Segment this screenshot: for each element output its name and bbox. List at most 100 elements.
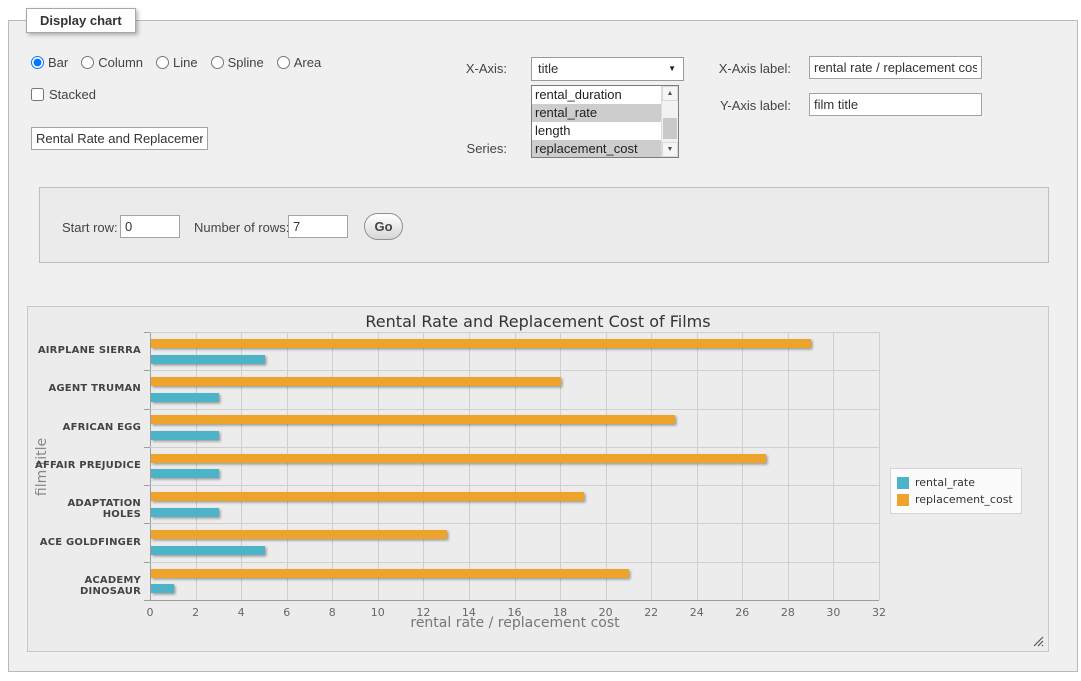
bar-replacement_cost[interactable] <box>151 569 629 578</box>
chart-type-label-column: Column <box>98 55 143 70</box>
category-label: ACE GOLDFINGER <box>28 537 141 548</box>
chart-type-radio-area[interactable] <box>277 56 290 69</box>
series-listbox[interactable]: rental_durationrental_ratelengthreplacem… <box>531 85 679 158</box>
scroll-up-icon[interactable]: ▲ <box>662 86 678 101</box>
x-tick-label: 20 <box>591 606 621 619</box>
category-label: ADAPTATION HOLES <box>28 498 141 520</box>
x-tick-label: 6 <box>272 606 302 619</box>
gridline-vertical <box>287 332 288 600</box>
x-tick-label: 8 <box>317 606 347 619</box>
category-tick <box>144 523 150 524</box>
category-tick <box>144 409 150 410</box>
chart-type-label-line: Line <box>173 55 198 70</box>
x-tick-label: 32 <box>864 606 894 619</box>
gridline-horizontal <box>150 409 879 410</box>
x-tick-label: 28 <box>773 606 803 619</box>
chevron-down-icon: ▼ <box>668 65 676 73</box>
y-axis-label-label: Y-Axis label: <box>701 98 791 113</box>
category-tick <box>144 485 150 486</box>
bar-rental_rate[interactable] <box>151 355 265 364</box>
x-tick-label: 2 <box>181 606 211 619</box>
gridline-vertical <box>469 332 470 600</box>
x-tick-label: 12 <box>408 606 438 619</box>
category-label: ACADEMY DINOSAUR <box>28 575 141 597</box>
category-tick <box>144 600 150 601</box>
number-of-rows-label: Number of rows: <box>194 220 289 235</box>
x-axis-selected-value: title <box>538 61 558 76</box>
gridline-horizontal <box>150 447 879 448</box>
category-label: AIRPLANE SIERRA <box>28 345 141 356</box>
legend-swatch-replacement_cost <box>897 494 909 506</box>
gridline-vertical <box>332 332 333 600</box>
scroll-down-icon[interactable]: ▼ <box>662 142 678 157</box>
category-label: AFFAIR PREJUDICE <box>28 460 141 471</box>
start-row-input[interactable] <box>120 215 180 238</box>
chart-type-label-bar: Bar <box>48 55 68 70</box>
chart-title-input[interactable] <box>31 127 208 150</box>
chart-type-label-area: Area <box>294 55 321 70</box>
stacked-checkbox[interactable] <box>31 88 44 101</box>
series-option-replacement_cost[interactable]: replacement_cost <box>532 140 661 158</box>
bar-replacement_cost[interactable] <box>151 530 447 539</box>
x-axis-select[interactable]: title ▼ <box>531 57 684 81</box>
series-option-rental_duration[interactable]: rental_duration <box>532 86 661 104</box>
chart-type-radio-column[interactable] <box>81 56 94 69</box>
bar-rental_rate[interactable] <box>151 431 219 440</box>
bar-replacement_cost[interactable] <box>151 454 766 463</box>
chart-title: Rental Rate and Replacement Cost of Film… <box>28 312 1048 331</box>
bar-replacement_cost[interactable] <box>151 339 811 348</box>
series-options: rental_durationrental_ratelengthreplacem… <box>532 86 661 157</box>
gridline-horizontal <box>150 370 879 371</box>
gridline-vertical <box>423 332 424 600</box>
x-axis-label-label: X-Axis label: <box>701 61 791 76</box>
chart-type-radio-line[interactable] <box>156 56 169 69</box>
bar-rental_rate[interactable] <box>151 393 219 402</box>
bar-rental_rate[interactable] <box>151 546 265 555</box>
stacked-row: Stacked <box>31 87 96 102</box>
series-option-length[interactable]: length <box>532 122 661 140</box>
legend-item-replacement_cost[interactable]: replacement_cost <box>897 491 1013 508</box>
gridline-vertical <box>515 332 516 600</box>
gridline-horizontal <box>150 562 879 563</box>
scrollbar-thumb[interactable] <box>663 118 677 139</box>
gridline-vertical <box>833 332 834 600</box>
gridline-horizontal <box>150 523 879 524</box>
category-tick <box>144 447 150 448</box>
rows-panel: Start row: Number of rows: Go <box>39 187 1049 263</box>
bar-rental_rate[interactable] <box>151 508 219 517</box>
bar-replacement_cost[interactable] <box>151 492 584 501</box>
gridline-vertical <box>560 332 561 600</box>
bar-replacement_cost[interactable] <box>151 377 561 386</box>
series-option-rental_rate[interactable]: rental_rate <box>532 104 661 122</box>
bar-rental_rate[interactable] <box>151 469 219 478</box>
chart-type-radio-bar[interactable] <box>31 56 44 69</box>
go-button[interactable]: Go <box>364 213 403 240</box>
x-tick-label: 10 <box>363 606 393 619</box>
gridline-vertical <box>697 332 698 600</box>
gridline-vertical <box>742 332 743 600</box>
y-axis-label-input[interactable] <box>809 93 982 116</box>
page: Display chart BarColumnLineSplineArea St… <box>0 0 1081 681</box>
fieldset-legend: Display chart <box>26 8 136 33</box>
number-of-rows-input[interactable] <box>288 215 348 238</box>
legend-item-rental_rate[interactable]: rental_rate <box>897 474 1013 491</box>
chart-type-radio-spline[interactable] <box>211 56 224 69</box>
gridline-vertical <box>241 332 242 600</box>
bar-rental_rate[interactable] <box>151 584 174 593</box>
resize-handle-icon[interactable] <box>1033 636 1044 647</box>
gridline-vertical <box>378 332 379 600</box>
x-tick-label: 14 <box>454 606 484 619</box>
x-tick-label: 18 <box>545 606 575 619</box>
chart-type-radio-group: BarColumnLineSplineArea <box>31 55 330 70</box>
category-label: AFRICAN EGG <box>28 422 141 433</box>
bar-replacement_cost[interactable] <box>151 415 675 424</box>
series-select-label: Series: <box>421 141 507 156</box>
x-tick-label: 30 <box>818 606 848 619</box>
series-scrollbar[interactable]: ▲ ▼ <box>661 86 678 157</box>
chart: Rental Rate and Replacement Cost of Film… <box>27 306 1049 652</box>
gridline-vertical <box>651 332 652 600</box>
category-tick <box>144 562 150 563</box>
x-axis-label-input[interactable] <box>809 56 982 79</box>
gridline-horizontal <box>150 485 879 486</box>
legend-swatch-rental_rate <box>897 477 909 489</box>
